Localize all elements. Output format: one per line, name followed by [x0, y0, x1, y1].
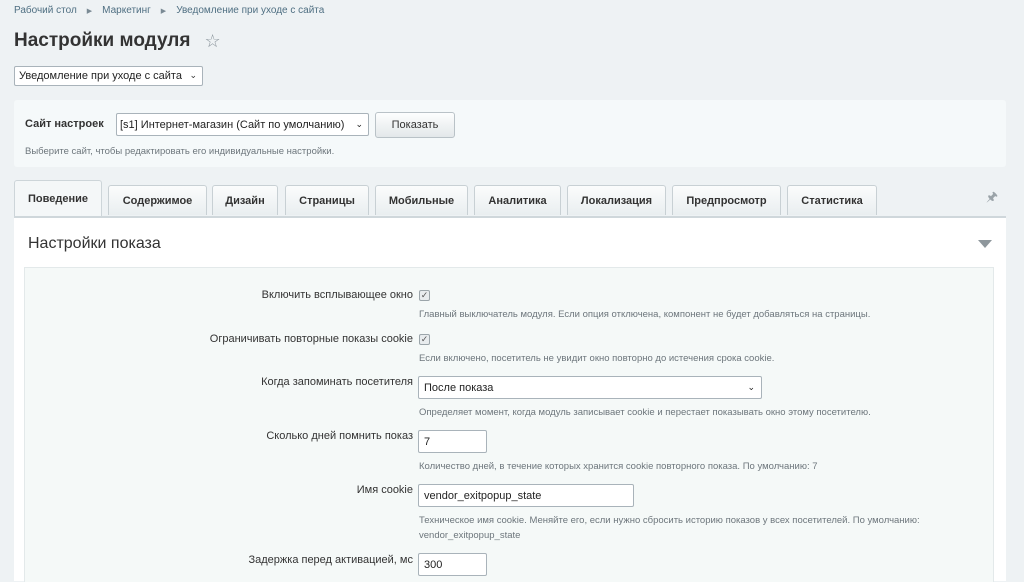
limit-cookie-label: Ограничивать повторные показы cookie — [209, 333, 413, 345]
tab-statistics[interactable]: Статистика — [787, 185, 877, 215]
pin-icon[interactable]: 🖈 — [986, 188, 998, 210]
chevron-right-icon: ▶ — [86, 7, 93, 15]
breadcrumb-item-desktop[interactable]: Рабочий стол — [14, 5, 77, 16]
remember-when-value: После показа — [424, 381, 494, 394]
tab-content-area: Настройки показа Включить всплывающее ок… — [14, 216, 1006, 582]
tab-pages[interactable]: Страницы — [285, 185, 369, 215]
chevron-down-icon: ⌄ — [189, 70, 197, 80]
site-label: Сайт настроек — [25, 118, 104, 130]
chevron-right-icon: ▶ — [160, 7, 167, 15]
settings-form: Включить всплывающее окно ✓ Главный выкл… — [24, 267, 994, 582]
section-title: Настройки показа — [28, 235, 161, 252]
tab-localization[interactable]: Локализация — [567, 185, 666, 215]
module-select-value: Уведомление при уходе с сайта — [19, 70, 182, 82]
chevron-down-icon: ⌄ — [747, 382, 755, 392]
delay-input[interactable]: 300 — [418, 553, 487, 576]
section-header[interactable]: Настройки показа — [24, 228, 994, 263]
page-title: Настройки модуля — [14, 30, 191, 51]
cookie-name-input[interactable]: vendor_exitpopup_state — [418, 484, 634, 507]
remember-when-select[interactable]: После показа ⌄ — [418, 376, 762, 399]
site-select[interactable]: [s1] Интернет-магазин (Сайт по умолчанию… — [116, 113, 369, 136]
chevron-down-icon: ⌄ — [355, 119, 363, 129]
days-hint: Количество дней, в течение которых храни… — [419, 461, 818, 472]
enable-popup-checkbox[interactable]: ✓ — [419, 290, 430, 301]
breadcrumb-item-exit-notice[interactable]: Уведомление при уходе с сайта — [176, 5, 324, 16]
breadcrumb-item-marketing[interactable]: Маркетинг — [102, 5, 151, 16]
module-select[interactable]: Уведомление при уходе с сайта ⌄ — [14, 66, 203, 86]
days-label: Сколько дней помнить показ — [266, 430, 413, 442]
tab-mobile[interactable]: Мобильные — [375, 185, 468, 215]
cookie-name-hint: Техническое имя cookie. Меняйте его, есл… — [419, 515, 920, 541]
site-settings-panel: Сайт настроек [s1] Интернет-магазин (Сай… — [14, 100, 1006, 167]
remember-when-hint: Определяет момент, когда модуль записыва… — [419, 407, 871, 418]
cookie-name-label: Имя cookie — [356, 484, 413, 496]
tab-analytics[interactable]: Аналитика — [474, 185, 561, 215]
delay-label: Задержка перед активацией, мс — [248, 554, 413, 566]
site-hint: Выберите сайт, чтобы редактировать его и… — [25, 146, 335, 157]
remember-when-label: Когда запоминать посетителя — [261, 376, 413, 388]
title-row: Настройки модуля ☆ — [14, 30, 221, 52]
limit-cookie-checkbox[interactable]: ✓ — [419, 334, 430, 345]
breadcrumb: Рабочий стол ▶ Маркетинг ▶ Уведомление п… — [14, 5, 324, 16]
tab-content[interactable]: Содержимое — [108, 185, 207, 215]
star-icon[interactable]: ☆ — [204, 32, 220, 50]
limit-cookie-hint: Если включено, посетитель не увидит окно… — [419, 353, 775, 364]
enable-popup-label: Включить всплывающее окно — [261, 289, 413, 301]
days-value: 7 — [424, 435, 431, 448]
site-select-value: [s1] Интернет-магазин (Сайт по умолчанию… — [120, 118, 345, 131]
tab-bar: Поведение Содержимое Дизайн Страницы Моб… — [14, 180, 1006, 216]
tab-behavior[interactable]: Поведение — [14, 180, 102, 216]
tab-preview[interactable]: Предпросмотр — [672, 185, 781, 215]
show-button[interactable]: Показать — [375, 112, 455, 138]
tab-design[interactable]: Дизайн — [212, 185, 278, 215]
days-input[interactable]: 7 — [418, 430, 487, 453]
cookie-name-value: vendor_exitpopup_state — [424, 489, 542, 502]
enable-popup-hint: Главный выключатель модуля. Если опция о… — [419, 309, 871, 320]
delay-value: 300 — [424, 558, 443, 571]
triangle-down-icon[interactable] — [978, 240, 992, 248]
